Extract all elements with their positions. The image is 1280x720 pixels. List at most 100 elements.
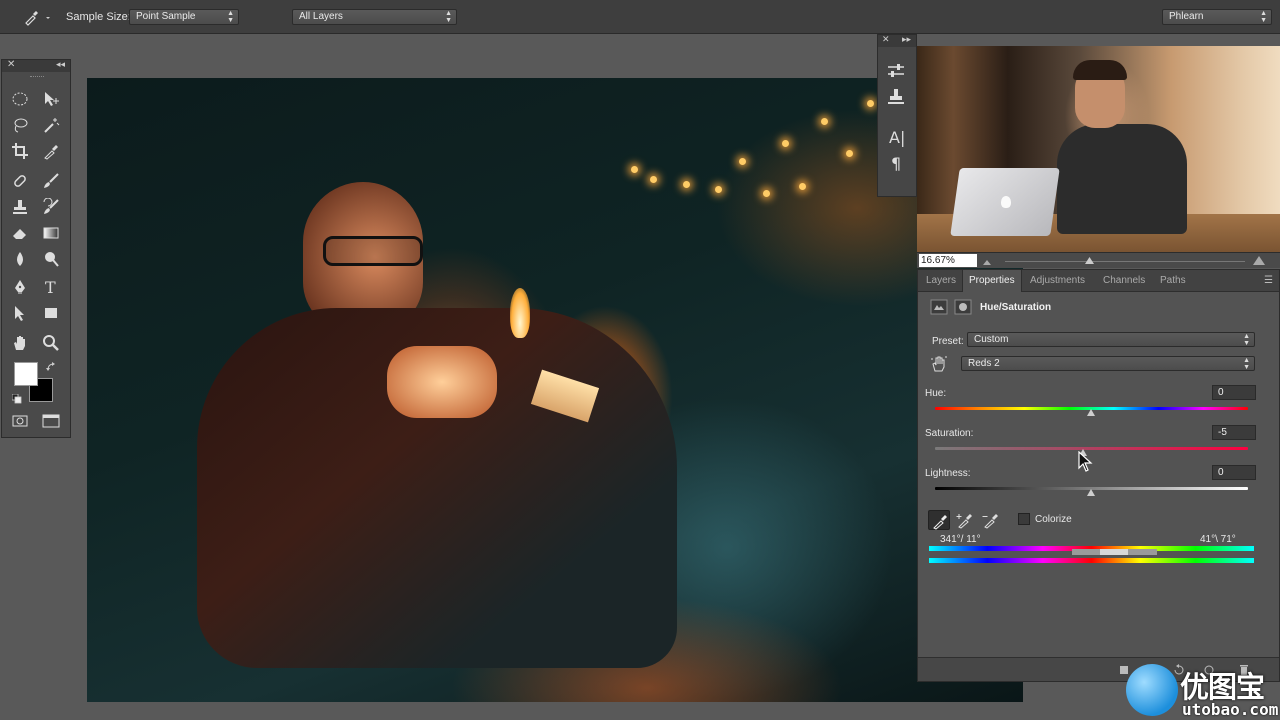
- eyedropper-icon[interactable]: [22, 8, 52, 26]
- saturation-label: Saturation:: [925, 428, 974, 439]
- collapse-icon[interactable]: ▸▸: [902, 34, 911, 45]
- tab-channels[interactable]: Channels: [1097, 270, 1151, 292]
- watermark-en: utobao.com: [1182, 700, 1279, 719]
- tab-layers[interactable]: Layers: [920, 270, 962, 292]
- strip-header[interactable]: ✕ ▸▸: [878, 34, 916, 47]
- lightness-value-input[interactable]: 0: [1212, 465, 1256, 480]
- eyedropper-icon[interactable]: [38, 140, 64, 162]
- close-icon[interactable]: ✕: [882, 34, 890, 45]
- sample-layers-select[interactable]: All Layers ▲ ▼: [292, 9, 457, 25]
- output-color-bar: [929, 558, 1254, 563]
- string-light: [631, 166, 638, 173]
- healing-brush-icon[interactable]: [7, 170, 33, 192]
- saturation-value-input[interactable]: -5: [1212, 425, 1256, 440]
- close-icon[interactable]: ✕: [7, 59, 15, 70]
- panel-grip[interactable]: [2, 72, 70, 80]
- quick-mask-icon[interactable]: [7, 410, 33, 432]
- crop-icon[interactable]: [7, 140, 33, 162]
- subtract-from-sample-eyedropper-icon[interactable]: [980, 510, 1002, 530]
- dodge-icon[interactable]: [38, 248, 64, 270]
- select-arrows-icon: ▲ ▼: [1243, 333, 1250, 347]
- eyedropper-tool-icon[interactable]: [928, 510, 950, 530]
- svg-text:¶: ¶: [891, 154, 901, 173]
- type-icon[interactable]: T: [38, 276, 64, 298]
- clone-stamp-icon[interactable]: [7, 196, 33, 218]
- magic-wand-icon[interactable]: [38, 114, 64, 136]
- glasses: [323, 236, 423, 266]
- hand-icon[interactable]: [7, 332, 33, 354]
- clone-source-icon[interactable]: [885, 87, 909, 109]
- add-to-sample-eyedropper-icon[interactable]: [954, 510, 976, 530]
- targeted-adjustment-hand-icon[interactable]: [930, 355, 948, 373]
- default-colors-icon[interactable]: [11, 393, 22, 404]
- string-light: [763, 190, 770, 197]
- blur-icon[interactable]: [7, 248, 33, 270]
- color-range-core[interactable]: [1100, 549, 1128, 555]
- paragraph-icon[interactable]: ¶: [885, 153, 909, 175]
- colorize-checkbox[interactable]: [1018, 513, 1030, 525]
- sample-size-value: Point Sample: [136, 11, 196, 22]
- preset-label: Preset:: [932, 336, 964, 347]
- swap-colors-icon[interactable]: [46, 362, 56, 372]
- gradient-icon[interactable]: [38, 222, 64, 244]
- tools-panel: ✕ ◂◂ T: [1, 59, 71, 438]
- brush-icon[interactable]: [38, 170, 64, 192]
- zoom-slider-thumb[interactable]: [1085, 256, 1094, 265]
- string-light: [846, 150, 853, 157]
- zoom-slider-track[interactable]: [1005, 261, 1245, 262]
- sample-size-select[interactable]: Point Sample ▲ ▼: [129, 9, 239, 25]
- string-light: [650, 176, 657, 183]
- hue-value-input[interactable]: 0: [1212, 385, 1256, 400]
- preset-select[interactable]: Custom ▲ ▼: [967, 332, 1255, 347]
- panel-title: Hue/Saturation: [980, 302, 1052, 313]
- collapse-icon[interactable]: ◂◂: [56, 59, 65, 70]
- rectangle-icon[interactable]: [38, 302, 64, 324]
- layer-mask-icon[interactable]: [954, 299, 972, 315]
- string-light: [799, 183, 806, 190]
- panel-menu-icon[interactable]: ☰: [1264, 275, 1273, 286]
- match-flame: [510, 288, 530, 338]
- colorize-label: Colorize: [1035, 514, 1072, 525]
- svg-text:T: T: [45, 278, 56, 296]
- select-arrows-icon: ▲ ▼: [227, 10, 234, 24]
- panel-tabs: Layers Properties Adjustments Channels P…: [918, 270, 1279, 292]
- history-brush-icon[interactable]: [38, 196, 64, 218]
- color-range-select[interactable]: Reds 2 ▲ ▼: [961, 356, 1255, 371]
- eraser-icon[interactable]: [7, 222, 33, 244]
- elliptical-marquee-icon[interactable]: [7, 88, 33, 110]
- lasso-icon[interactable]: [7, 114, 33, 136]
- tools-panel-header[interactable]: ✕ ◂◂: [2, 59, 70, 72]
- bird-logo-icon: [1126, 664, 1178, 716]
- path-selection-icon[interactable]: [7, 302, 33, 324]
- foreground-color-swatch[interactable]: [14, 362, 38, 386]
- workspace-value: Phlearn: [1169, 11, 1204, 22]
- character-icon[interactable]: A|: [885, 127, 909, 149]
- instructor-hair: [1073, 60, 1127, 80]
- tab-properties[interactable]: Properties: [962, 270, 1022, 292]
- workspace-select[interactable]: Phlearn ▲ ▼: [1162, 9, 1272, 25]
- pen-icon[interactable]: [7, 276, 33, 298]
- zoom-field[interactable]: 16.67%: [919, 254, 977, 267]
- instructor-body: [1057, 124, 1187, 234]
- saturation-slider-track[interactable]: [935, 447, 1248, 450]
- collapsed-panels-strip: ✕ ▸▸ A| ¶: [877, 34, 917, 197]
- select-arrows-icon: ▲ ▼: [1260, 10, 1267, 24]
- hue-slider-thumb[interactable]: [1087, 409, 1095, 416]
- screen-mode-icon[interactable]: [38, 410, 64, 432]
- zoom-out-icon[interactable]: [983, 257, 991, 265]
- lightness-slider-thumb[interactable]: [1087, 489, 1095, 496]
- tab-paths[interactable]: Paths: [1154, 270, 1192, 292]
- zoom-icon[interactable]: [38, 332, 64, 354]
- tab-adjustments[interactable]: Adjustments: [1024, 270, 1091, 292]
- string-light: [739, 158, 746, 165]
- person-hand: [387, 346, 497, 418]
- mouse-cursor-icon: [1078, 450, 1094, 473]
- string-light: [715, 186, 722, 193]
- adjustment-layer-icon[interactable]: [930, 299, 948, 315]
- lightness-label: Lightness:: [925, 468, 971, 479]
- options-bar: Sample Size: Point Sample ▲ ▼ All Layers …: [0, 0, 1280, 34]
- color-range-value: Reds 2: [968, 358, 1000, 369]
- zoom-in-icon[interactable]: [1253, 255, 1265, 266]
- move-icon[interactable]: [38, 88, 64, 110]
- adjustments-sliders-icon[interactable]: [885, 61, 909, 83]
